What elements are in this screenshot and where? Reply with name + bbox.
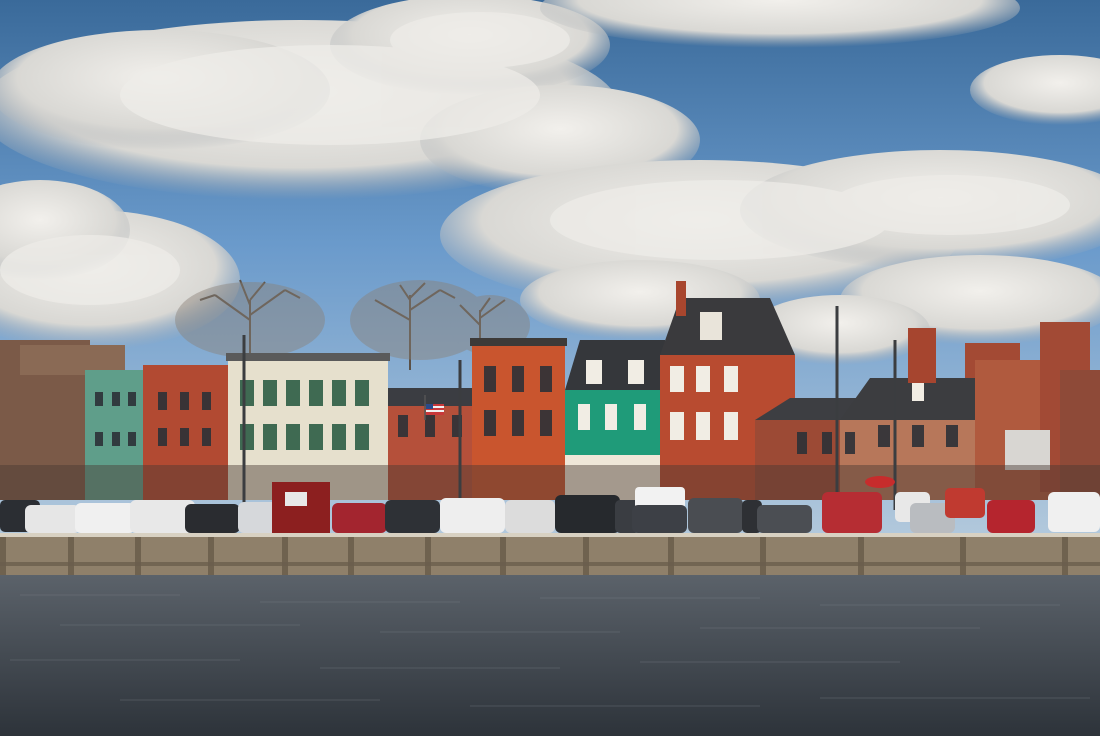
promenade-railing <box>0 533 1100 537</box>
booth <box>272 482 330 534</box>
waterfront-photo <box>0 0 1100 736</box>
harbor-water <box>0 575 1100 736</box>
waterfront-illustration <box>0 0 1100 736</box>
pier-wall <box>0 537 1100 575</box>
